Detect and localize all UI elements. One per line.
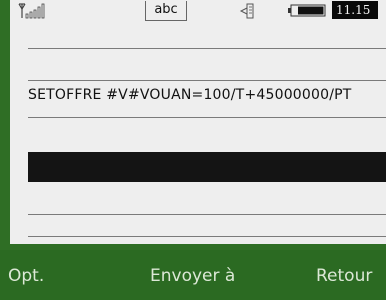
selected-list-row[interactable] [28,152,386,182]
divider [28,80,386,81]
keyboard-icon [239,3,254,19]
input-mode-indicator: abc [145,1,187,21]
softkey-send-to[interactable]: Envoyer à [150,266,235,286]
status-bar: abc 11.15 [10,0,386,22]
phone-screen: abc 11.15 SETOFFRE #V#VOUAN=100/T+450000… [10,0,386,244]
softkey-back[interactable]: Retour [316,266,372,286]
divider [28,48,386,49]
clock: 11.15 [332,1,378,19]
divider [28,117,386,118]
signal-icon [18,3,45,19]
battery-icon [288,4,326,17]
divider [28,214,386,215]
softkey-options[interactable]: Opt. [8,266,44,286]
divider [28,236,386,237]
command-text[interactable]: SETOFFRE #V#VOUAN=100/T+45000000/PT [28,87,386,103]
